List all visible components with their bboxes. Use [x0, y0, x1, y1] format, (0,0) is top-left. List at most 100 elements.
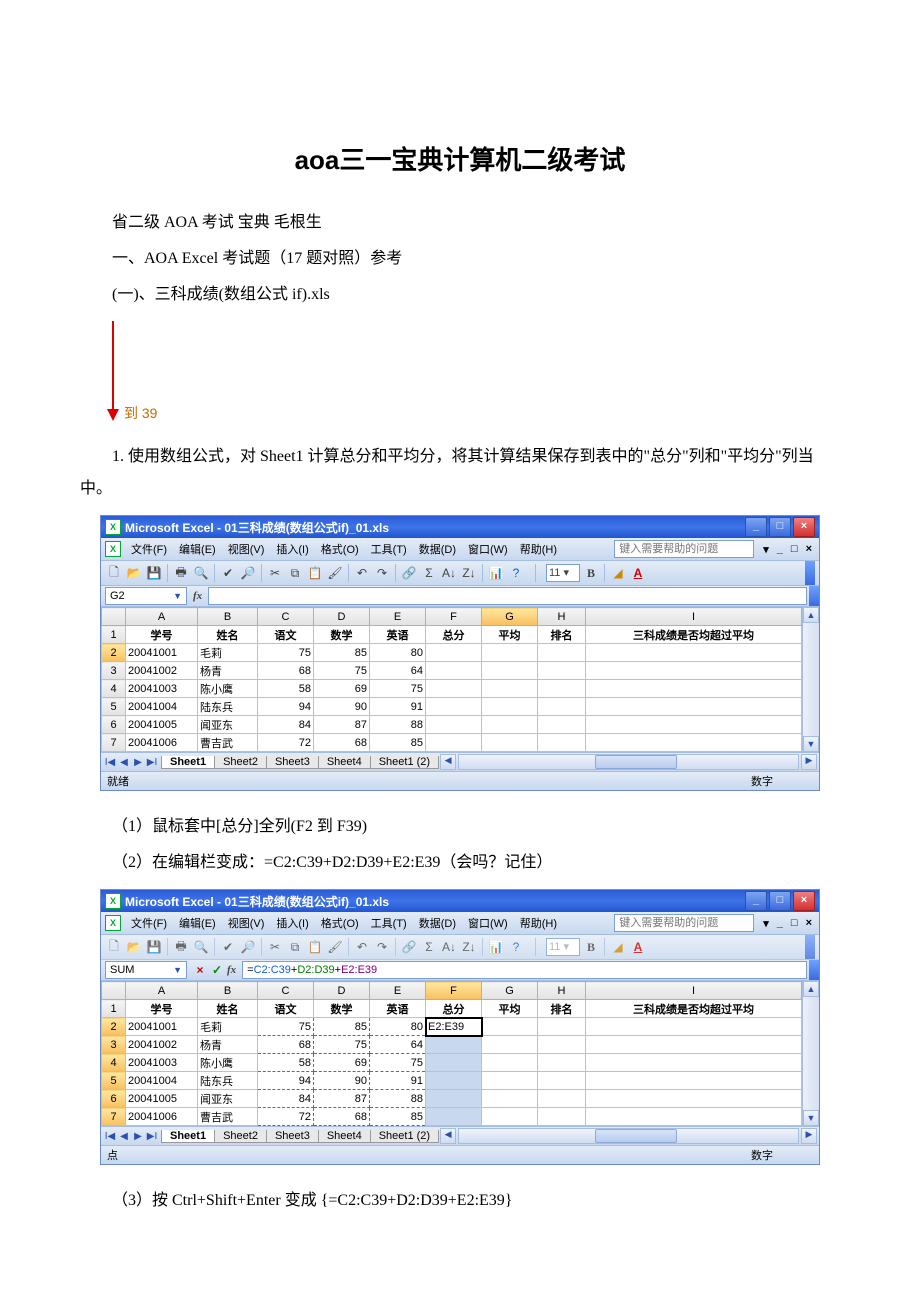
cell[interactable]: 20041005 — [126, 716, 198, 734]
cell[interactable]: 58 — [258, 1054, 314, 1072]
fill-color-icon[interactable]: ◢ — [609, 938, 627, 956]
cell[interactable]: 69 — [314, 1054, 370, 1072]
cell[interactable]: 75 — [314, 662, 370, 680]
spreadsheet-grid[interactable]: ABCDEFGHI 1学号姓名语文数学英语总分平均排名三科成绩是否均超过平均22… — [101, 607, 802, 752]
tab-last-icon[interactable]: ▶I — [145, 1131, 159, 1142]
cell[interactable]: 68 — [258, 662, 314, 680]
tab-next-icon[interactable]: ▶ — [131, 757, 145, 768]
tab-nav-buttons[interactable]: I◀ ◀ ▶ ▶I — [101, 1131, 161, 1142]
minimize-button[interactable]: _ — [745, 517, 767, 537]
cell[interactable] — [586, 1090, 802, 1108]
column-header[interactable]: F — [426, 608, 482, 626]
cell[interactable] — [482, 1072, 538, 1090]
doc-close-button[interactable]: × — [803, 917, 815, 930]
menu-item[interactable]: 编辑(E) — [173, 544, 222, 556]
font-color-icon[interactable]: A — [629, 938, 647, 956]
cell[interactable]: 80 — [370, 1018, 426, 1036]
data-header-cell[interactable]: 三科成绩是否均超过平均 — [586, 626, 802, 644]
data-header-cell[interactable]: 姓名 — [198, 626, 258, 644]
cell[interactable] — [482, 734, 538, 752]
sheet-tab[interactable]: Sheet1 — [161, 756, 215, 769]
column-header[interactable]: F — [426, 982, 482, 1000]
new-icon[interactable]: 🗋 — [105, 564, 123, 582]
research-icon[interactable]: 🔎 — [239, 564, 257, 582]
cell[interactable] — [538, 1090, 586, 1108]
tab-first-icon[interactable]: I◀ — [103, 1131, 117, 1142]
maximize-button[interactable]: □ — [769, 517, 791, 537]
sort-asc-icon[interactable]: A↓ — [440, 938, 458, 956]
menu-item[interactable]: 格式(O) — [315, 918, 365, 930]
sheet-tab[interactable]: Sheet4 — [318, 756, 371, 769]
formula-input[interactable]: =C2:C39+D2:D39+E2:E39 — [242, 961, 807, 979]
column-header[interactable]: H — [538, 982, 586, 1000]
vertical-scrollbar[interactable]: ▲ ▼ — [802, 981, 819, 1126]
cell[interactable] — [538, 1054, 586, 1072]
data-header-cell[interactable]: 排名 — [538, 1000, 586, 1018]
cell[interactable]: 90 — [314, 698, 370, 716]
cell[interactable]: 64 — [370, 662, 426, 680]
horizontal-scrollbar[interactable]: ◀ ▶ — [438, 1128, 819, 1144]
font-color-icon[interactable]: A — [629, 564, 647, 582]
enter-icon[interactable]: ✓ — [210, 963, 224, 977]
cell[interactable] — [426, 1054, 482, 1072]
cell[interactable]: 68 — [258, 1036, 314, 1054]
row-header[interactable]: 3 — [102, 662, 126, 680]
cell[interactable] — [586, 1072, 802, 1090]
row-header[interactable]: 5 — [102, 698, 126, 716]
fx-icon[interactable]: fx — [193, 590, 202, 602]
autosum-icon[interactable]: Σ — [420, 564, 438, 582]
cell[interactable] — [482, 1036, 538, 1054]
cell[interactable] — [482, 1054, 538, 1072]
cell[interactable]: 90 — [314, 1072, 370, 1090]
cell[interactable] — [538, 716, 586, 734]
cell[interactable] — [426, 716, 482, 734]
paste-icon[interactable]: 📋 — [306, 564, 324, 582]
menu-item[interactable]: 文件(F) — [125, 918, 173, 930]
redo-icon[interactable]: ↷ — [373, 938, 391, 956]
cell[interactable] — [426, 1072, 482, 1090]
hyperlink-icon[interactable]: 🔗 — [400, 564, 418, 582]
name-box[interactable]: SUM▼ — [105, 961, 187, 979]
select-all-corner[interactable] — [102, 982, 126, 1000]
font-size-selector[interactable]: 11 ▾ — [546, 938, 580, 956]
sheet-tab[interactable]: Sheet2 — [214, 1130, 267, 1143]
cell[interactable] — [538, 1018, 586, 1036]
undo-icon[interactable]: ↶ — [353, 938, 371, 956]
cell[interactable] — [482, 1108, 538, 1126]
menu-item[interactable]: 文件(F) — [125, 544, 173, 556]
close-button[interactable]: × — [793, 891, 815, 911]
cell[interactable] — [482, 698, 538, 716]
cell[interactable]: 75 — [314, 1036, 370, 1054]
column-header[interactable]: I — [586, 982, 802, 1000]
cell[interactable]: 87 — [314, 1090, 370, 1108]
open-icon[interactable]: 📂 — [125, 564, 143, 582]
close-button[interactable]: × — [793, 517, 815, 537]
cell[interactable]: 91 — [370, 1072, 426, 1090]
cell[interactable]: 20041006 — [126, 1108, 198, 1126]
sort-asc-icon[interactable]: A↓ — [440, 564, 458, 582]
row-header[interactable]: 2 — [102, 644, 126, 662]
cell[interactable] — [586, 716, 802, 734]
chart-icon[interactable]: 📊 — [487, 938, 505, 956]
format-painter-icon[interactable]: 🖌 — [326, 564, 344, 582]
cell[interactable] — [538, 1036, 586, 1054]
cell[interactable] — [426, 1108, 482, 1126]
cell[interactable]: 20041001 — [126, 1018, 198, 1036]
tab-prev-icon[interactable]: ◀ — [117, 1131, 131, 1142]
bold-button[interactable]: B — [582, 564, 600, 582]
column-header[interactable]: I — [586, 608, 802, 626]
autosum-icon[interactable]: Σ — [420, 938, 438, 956]
cell[interactable] — [482, 644, 538, 662]
fx-icon[interactable]: fx — [227, 964, 236, 976]
help-search-input[interactable] — [614, 914, 754, 932]
cell[interactable]: 88 — [370, 716, 426, 734]
cell[interactable]: 87 — [314, 716, 370, 734]
cell[interactable]: 陆东兵 — [198, 698, 258, 716]
row-header[interactable]: 1 — [102, 626, 126, 644]
cell[interactable]: 曹吉武 — [198, 1108, 258, 1126]
cell[interactable]: 杨青 — [198, 1036, 258, 1054]
column-header[interactable]: B — [198, 608, 258, 626]
cell[interactable] — [586, 1036, 802, 1054]
open-icon[interactable]: 📂 — [125, 938, 143, 956]
format-painter-icon[interactable]: 🖌 — [326, 938, 344, 956]
